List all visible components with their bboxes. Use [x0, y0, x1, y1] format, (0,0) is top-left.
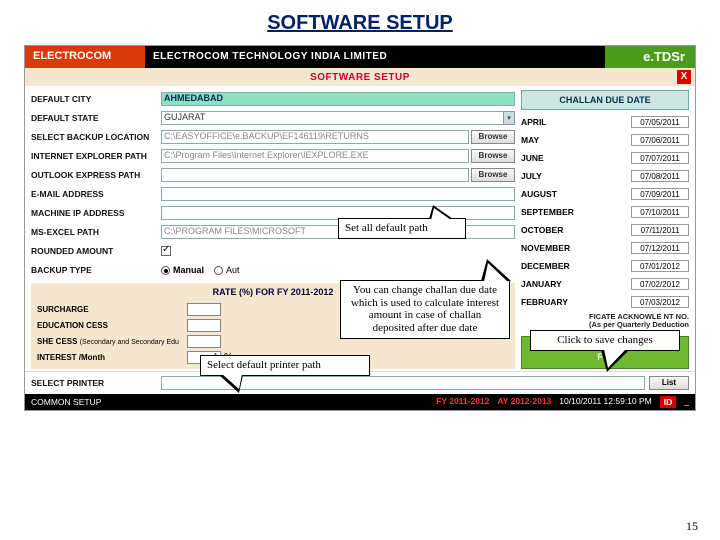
label-machine-ip: MACHINE IP ADDRESS: [31, 208, 161, 218]
challan-month: JANUARY: [521, 279, 562, 289]
label-select-printer: SELECT PRINTER: [31, 378, 161, 388]
challan-date-input[interactable]: 07/02/2012: [631, 278, 689, 290]
callout-click-to-save: Click to save changes: [530, 330, 680, 351]
status-bar: COMMON SETUP FY 2011-2012 AY 2012-2013 1…: [25, 394, 695, 410]
label-interest: INTEREST /Month: [37, 353, 187, 362]
challan-date-input[interactable]: 07/07/2011: [631, 152, 689, 164]
challan-date-input[interactable]: 07/06/2011: [631, 134, 689, 146]
input-backup-location[interactable]: C:\EASYOFFICE\e.BACKUP\EF146119\RETURNS: [161, 130, 469, 144]
title-bar: ELECTROCOM ELECTROCOM TECHNOLOGY INDIA L…: [25, 46, 695, 68]
brand-logo-right: e.TDSr: [605, 46, 695, 68]
label-default-city: DEFAULT CITY: [31, 94, 161, 104]
label-backup-location: SELECT BACKUP LOCATION: [31, 132, 161, 142]
challan-row: JULY 07/08/2011: [521, 167, 689, 185]
challan-heading: CHALLAN DUE DATE: [521, 90, 689, 110]
challan-month: APRIL: [521, 117, 547, 127]
challan-date-input[interactable]: 07/09/2011: [631, 188, 689, 200]
label-surcharge: SURCHARGE: [37, 305, 187, 314]
page-number: 15: [686, 519, 698, 534]
challan-row: DECEMBER 07/01/2012: [521, 257, 689, 275]
browse-outlook-button[interactable]: Browse: [471, 168, 515, 182]
label-default-state: DEFAULT STATE: [31, 113, 161, 123]
challan-month: AUGUST: [521, 189, 557, 199]
label-she-cess: SHE CESS (Secondary and Secondary Edu: [37, 337, 187, 346]
input-outlook-path[interactable]: [161, 168, 469, 182]
input-ie-path[interactable]: C:\Program Files\Internet Explorer\IEXPL…: [161, 149, 469, 163]
challan-row: JANUARY 07/02/2012: [521, 275, 689, 293]
challan-panel: CHALLAN DUE DATE APRIL 07/05/2011 MAY 07/06…: [521, 90, 689, 369]
browse-backup-button[interactable]: Browse: [471, 130, 515, 144]
label-rounded-amount: ROUNDED AMOUNT: [31, 246, 161, 256]
challan-month: OCTOBER: [521, 225, 563, 235]
status-fy: FY 2011-2012: [436, 396, 489, 408]
input-she-cess[interactable]: [187, 335, 221, 348]
input-surcharge[interactable]: [187, 303, 221, 316]
challan-row: MAY 07/06/2011: [521, 131, 689, 149]
challan-date-input[interactable]: 07/10/2011: [631, 206, 689, 218]
callout-set-default-path: Set all default path: [338, 218, 466, 239]
radio-auto-label: Aut: [226, 265, 240, 275]
status-id-badge: ID: [660, 396, 677, 408]
challan-row: JUNE 07/07/2011: [521, 149, 689, 167]
challan-date-input[interactable]: 07/01/2012: [631, 260, 689, 272]
window-subheader: SOFTWARE SETUP X: [25, 68, 695, 86]
brand-title-center: ELECTROCOM TECHNOLOGY INDIA LIMITED: [145, 46, 605, 68]
radio-backup-manual[interactable]: [161, 266, 170, 275]
status-common-setup: COMMON SETUP: [31, 397, 101, 407]
challan-date-input[interactable]: 07/08/2011: [631, 170, 689, 182]
callout-change-challan-date: You can change challan due date which is…: [340, 280, 510, 339]
label-ie-path: INTERNET EXPLORER PATH: [31, 151, 161, 161]
label-email: E-MAIL ADDRESS: [31, 189, 161, 199]
label-excel-path: MS-EXCEL PATH: [31, 227, 161, 237]
checkbox-rounded-amount[interactable]: [161, 246, 171, 256]
select-default-state[interactable]: GUJARAT: [161, 111, 504, 125]
label-outlook-path: OUTLOOK EXPRESS PATH: [31, 170, 161, 180]
challan-date-input[interactable]: 07/12/2011: [631, 242, 689, 254]
status-dash: _: [684, 396, 689, 408]
status-datetime: 10/10/2011 12:59:10 PM: [559, 396, 651, 408]
challan-row: SEPTEMBER 07/10/2011: [521, 203, 689, 221]
status-ay: AY 2012-2013: [497, 396, 551, 408]
radio-manual-label: Manual: [173, 265, 204, 275]
window-subtitle: SOFTWARE SETUP: [310, 72, 410, 83]
challan-month: DECEMBER: [521, 261, 570, 271]
browse-ie-button[interactable]: Browse: [471, 149, 515, 163]
challan-row: FEBRUARY 07/03/2012: [521, 293, 689, 311]
challan-date-input[interactable]: 07/05/2011: [631, 116, 689, 128]
close-button[interactable]: X: [677, 70, 691, 84]
challan-row: AUGUST 07/09/2011: [521, 185, 689, 203]
input-education-cess[interactable]: [187, 319, 221, 332]
challan-row: NOVEMBER 07/12/2011: [521, 239, 689, 257]
label-backup-type: BACKUP TYPE: [31, 265, 161, 275]
chevron-down-icon[interactable]: ▾: [503, 111, 515, 125]
slide-title: SOFTWARE SETUP: [0, 0, 720, 45]
challan-month: FEBRUARY: [521, 297, 568, 307]
challan-month: NOVEMBER: [521, 243, 570, 253]
radio-backup-auto[interactable]: [214, 266, 223, 275]
input-email[interactable]: [161, 187, 515, 201]
challan-date-input[interactable]: 07/11/2011: [631, 224, 689, 236]
challan-month: MAY: [521, 135, 539, 145]
challan-date-input[interactable]: 07/03/2012: [631, 296, 689, 308]
label-education-cess: EDUCATION CESS: [37, 321, 187, 330]
certificate-ack-label: FICATE ACKNOWLE NT NO. (As per Quarterly…: [521, 313, 689, 330]
challan-month: JUNE: [521, 153, 544, 163]
brand-logo-left: ELECTROCOM: [25, 46, 145, 68]
challan-month: SEPTEMBER: [521, 207, 574, 217]
input-default-city[interactable]: AHMEDABAD: [161, 92, 515, 106]
challan-row: APRIL 07/05/2011: [521, 113, 689, 131]
list-printers-button[interactable]: List: [649, 376, 689, 390]
challan-month: JULY: [521, 171, 542, 181]
challan-row: OCTOBER 07/11/2011: [521, 221, 689, 239]
callout-select-printer-path: Select default printer path: [200, 355, 370, 376]
